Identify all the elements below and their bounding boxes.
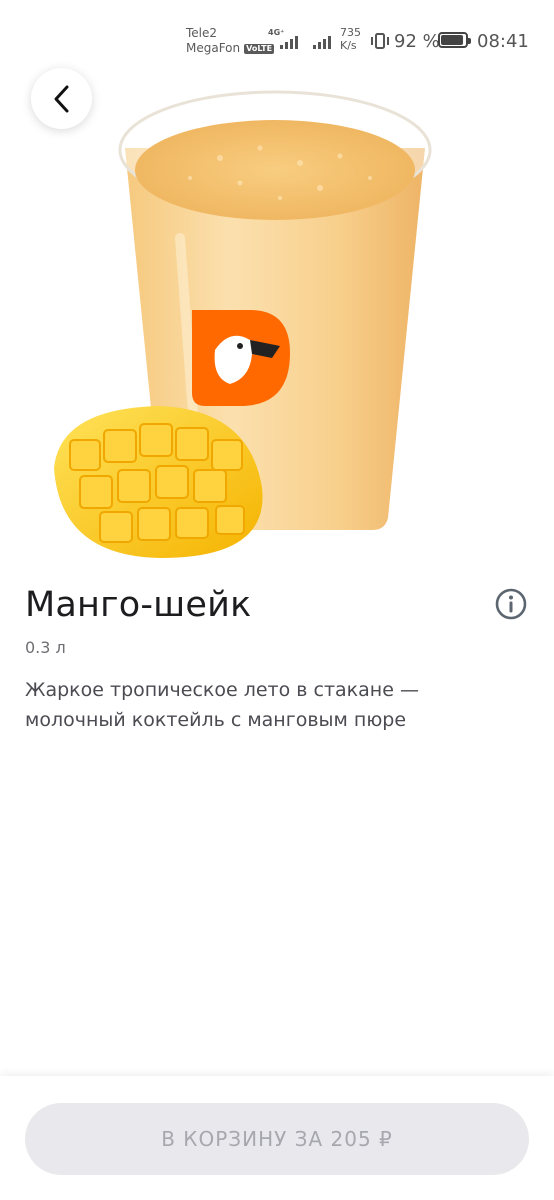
product-size: 0.3 л [25,638,66,657]
info-button[interactable] [494,587,528,621]
carrier-1: Tele2 [186,26,218,40]
add-to-cart-button[interactable]: В КОРЗИНУ ЗА 205 ₽ [25,1103,529,1175]
signal-icon-1 [280,33,300,49]
status-bar: Tele2 MegaFon VoLTE 4G⁺ 735 K/s 92 % 08:… [0,0,554,64]
network-speed: 735 K/s [340,26,361,52]
brand-logo [192,310,290,406]
product-title: Манго-шейк [25,585,252,625]
clock: 08:41 [477,31,529,52]
info-icon [495,588,527,620]
battery-percent: 92 % [394,31,440,52]
battery-icon [438,32,471,48]
battery-fill [441,35,463,45]
signal-icon-2 [313,33,333,49]
product-description: Жаркое тропическое лето в стакане — моло… [25,679,419,731]
carrier-names: Tele2 MegaFon VoLTE [186,26,275,56]
vibrate-icon [369,32,391,54]
mango-shake-photo [40,88,440,568]
volte-badge: VoLTE [244,43,275,54]
carrier-2: MegaFon [186,41,241,55]
